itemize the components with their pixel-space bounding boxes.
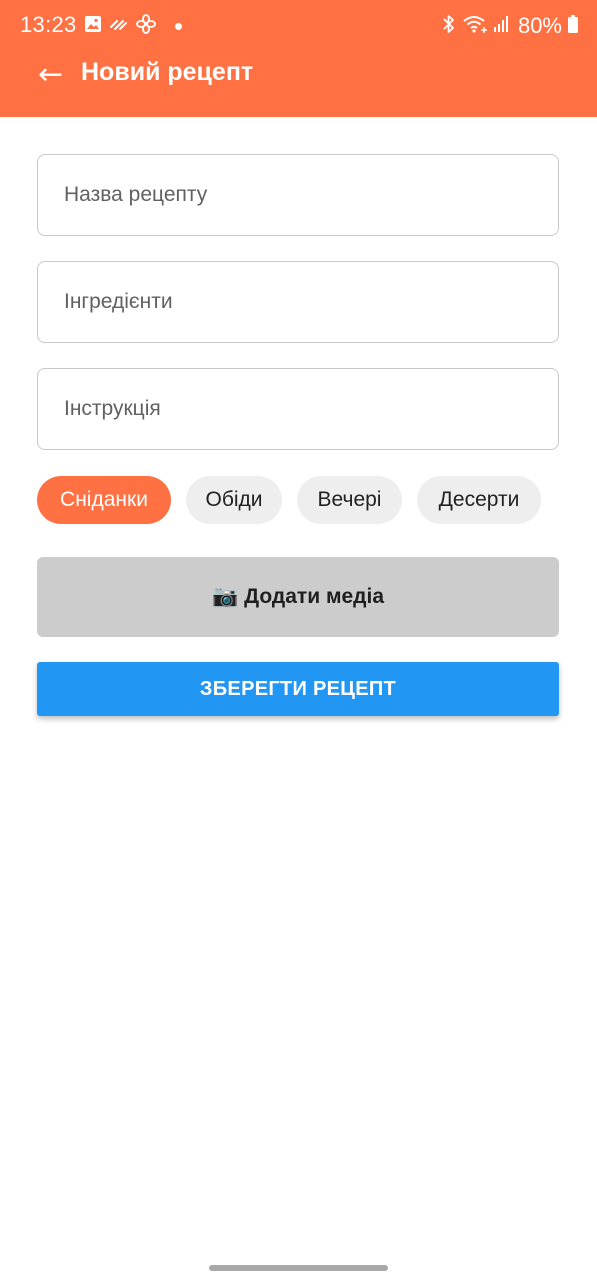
status-icons-right: 80% <box>441 13 579 39</box>
add-media-button[interactable]: 📷 Додати медіа <box>37 557 559 637</box>
category-chip-lunch[interactable]: Обіди <box>186 476 282 524</box>
category-chip-desserts[interactable]: Десерти <box>417 476 541 524</box>
fan-icon <box>136 14 156 39</box>
notification-dot <box>175 23 182 30</box>
signal-icon <box>493 15 509 38</box>
category-chip-breakfast[interactable]: Сніданки <box>37 476 171 524</box>
gallery-icon <box>84 15 102 38</box>
battery-icon <box>567 14 579 39</box>
status-bar: 13:23 80% <box>0 0 597 52</box>
camera-icon: 📷 <box>211 585 239 608</box>
wifi-icon <box>462 14 488 39</box>
status-time: 13:23 <box>20 12 77 37</box>
back-arrow-icon[interactable]: ← <box>38 60 63 90</box>
sync-icon <box>109 15 129 38</box>
home-indicator[interactable] <box>209 1265 388 1271</box>
app-bar: ← Новий рецепт <box>0 52 597 117</box>
recipe-name-field[interactable] <box>37 154 559 236</box>
status-icons-left <box>84 14 182 39</box>
battery-percentage: 80% <box>517 13 562 38</box>
ingredients-input[interactable] <box>38 262 558 342</box>
recipe-name-input[interactable] <box>38 155 558 235</box>
bluetooth-icon <box>441 14 457 39</box>
save-recipe-button[interactable]: ЗБЕРЕГТИ РЕЦЕПТ <box>37 662 559 716</box>
ingredients-field[interactable] <box>37 261 559 343</box>
category-chip-dinner[interactable]: Вечері <box>297 476 402 524</box>
add-media-label: Додати медіа <box>244 585 385 608</box>
page-title: Новий рецепт <box>81 58 254 86</box>
instructions-input[interactable] <box>38 369 558 449</box>
instructions-field[interactable] <box>37 368 559 450</box>
